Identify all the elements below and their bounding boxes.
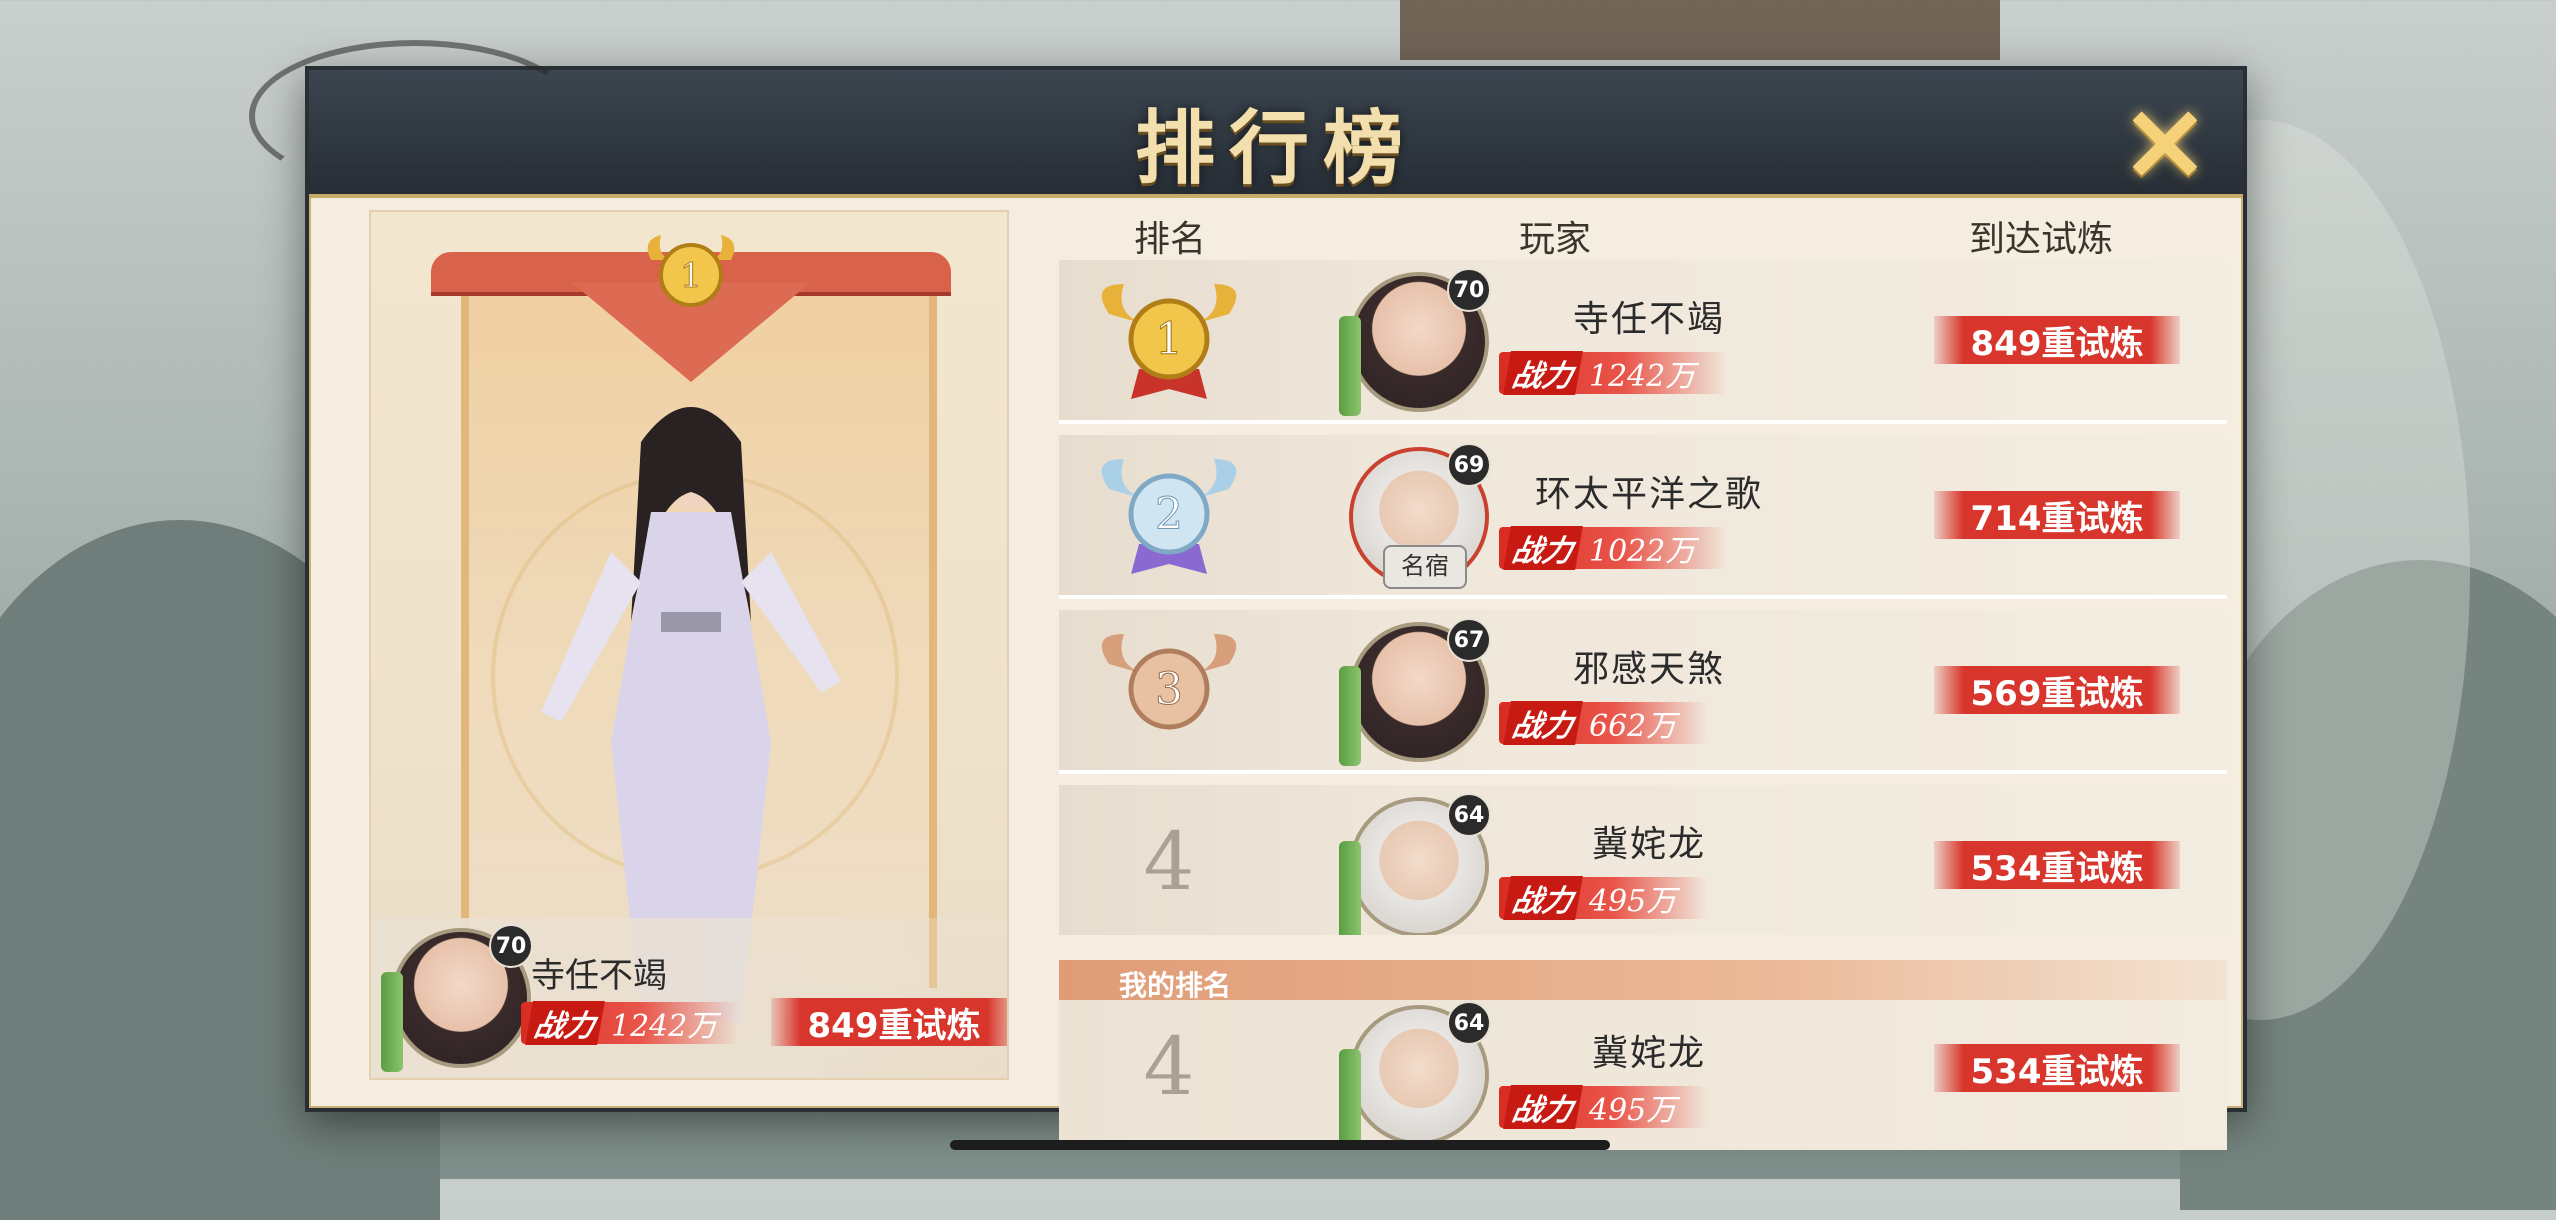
power-label: 战力 <box>1503 701 1583 745</box>
featured-trial-badge: 849重试炼 <box>771 998 1007 1046</box>
power-label: 战力 <box>1503 526 1583 570</box>
trial-badge: 714重试炼 <box>1934 491 2180 539</box>
ranking-list[interactable]: 1 70 寺任不竭 战力 1242万 849重试炼 2 69 名宿 环太平洋之歌… <box>1059 260 2227 935</box>
player-name: 邪感天煞 <box>1572 649 1725 690</box>
ranking-row[interactable]: 4 64 冀姹龙 战力 495万 534重试炼 <box>1059 785 2227 935</box>
player-name: 冀姹龙 <box>1591 824 1706 865</box>
modal-header: 排行榜 × <box>249 40 2243 198</box>
player-power: 战力 662万 <box>1499 701 1707 745</box>
rank-number: 4 <box>1143 815 1195 908</box>
home-indicator[interactable] <box>950 1140 1610 1150</box>
my-trial-badge: 534重试炼 <box>1934 1044 2180 1092</box>
ranking-row[interactable]: 3 67 邪感天煞 战力 662万 569重试炼 <box>1059 610 2227 774</box>
my-rank-label: 我的排名 <box>1119 969 1232 1002</box>
bamboo-frame-icon <box>1339 316 1361 416</box>
close-icon: × <box>2118 76 2212 204</box>
power-value: 495万 <box>1589 1093 1677 1128</box>
medal-number: 1 <box>680 256 702 296</box>
ranking-row[interactable]: 1 70 寺任不竭 战力 1242万 849重试炼 <box>1059 260 2227 424</box>
power-label: 战力 <box>1503 876 1583 920</box>
featured-power: 战力 1242万 <box>521 1001 739 1045</box>
power-label: 战力 <box>1503 1085 1583 1129</box>
trial-badge: 534重试炼 <box>1934 841 2180 889</box>
gold-medal-icon: 1 <box>1101 284 1237 399</box>
featured-name: 寺任不竭 <box>531 956 667 996</box>
trial-badge: 849重试炼 <box>1934 316 2180 364</box>
my-avatar[interactable]: 64 <box>1339 1001 1491 1149</box>
trial-badge: 569重试炼 <box>1934 666 2180 714</box>
svg-text:2: 2 <box>1155 489 1183 540</box>
bamboo-frame-icon <box>1339 1049 1361 1149</box>
my-rank-number: 4 <box>1143 1020 1195 1113</box>
level-badge: 70 <box>489 924 533 968</box>
famous-tag: 名宿 <box>1383 545 1467 589</box>
bamboo-frame-icon <box>1339 841 1361 935</box>
player-name: 环太平洋之歌 <box>1534 474 1763 515</box>
power-label: 战力 <box>525 1001 605 1045</box>
close-button[interactable]: × <box>2117 85 2213 195</box>
column-header-trial: 到达试炼 <box>1969 219 2114 260</box>
modal-title: 排行榜 <box>1135 101 1417 195</box>
column-header-player: 玩家 <box>1519 219 1592 260</box>
power-value: 1242万 <box>1589 359 1696 394</box>
my-power: 战力 495万 <box>1499 1085 1707 1129</box>
player-power: 战力 1242万 <box>1499 351 1727 395</box>
svg-text:1: 1 <box>1155 314 1183 365</box>
bronze-medal-icon: 3 <box>1101 634 1237 730</box>
power-value: 495万 <box>1589 884 1677 919</box>
silver-medal-icon: 2 <box>1101 459 1237 574</box>
featured-player-showcase[interactable]: 1 70 寺任不竭 战力 1242万 849重试炼 <box>369 210 1009 1080</box>
power-value: 1022万 <box>1589 534 1696 569</box>
ranking-row[interactable]: 2 69 名宿 环太平洋之歌 战力 1022万 714重试炼 <box>1059 435 2227 599</box>
power-value: 662万 <box>1589 709 1677 744</box>
power-value: 1242万 <box>611 1009 718 1044</box>
svg-text:3: 3 <box>1155 664 1183 715</box>
player-power: 战力 495万 <box>1499 876 1707 920</box>
power-label: 战力 <box>1503 351 1583 395</box>
column-header-rank: 排名 <box>1134 219 1207 260</box>
bamboo-frame-icon <box>381 972 403 1072</box>
gold-medal-icon: 1 <box>647 235 735 307</box>
featured-avatar[interactable]: 70 <box>381 924 533 1072</box>
player-avatar[interactable]: 69 名宿 <box>1349 443 1491 589</box>
leaderboard-modal: 排行榜 × 1 70 寺任不竭 战力 1242万 849重试炼 排名 玩家 到达… <box>249 40 2247 1150</box>
player-avatar[interactable]: 70 <box>1339 268 1491 416</box>
player-avatar[interactable]: 64 <box>1339 793 1491 935</box>
player-name: 寺任不竭 <box>1572 299 1725 340</box>
featured-footer: 70 寺任不竭 战力 1242万 849重试炼 <box>371 918 1007 1078</box>
my-player-name: 冀姹龙 <box>1591 1033 1706 1074</box>
bamboo-frame-icon <box>1339 666 1361 766</box>
player-power: 战力 1022万 <box>1499 526 1727 570</box>
my-rank-bar: 我的排名 <box>1059 960 2227 1002</box>
player-avatar[interactable]: 67 <box>1339 618 1491 766</box>
my-rank-row[interactable]: 4 64 冀姹龙 战力 495万 534重试炼 <box>1059 1000 2227 1150</box>
